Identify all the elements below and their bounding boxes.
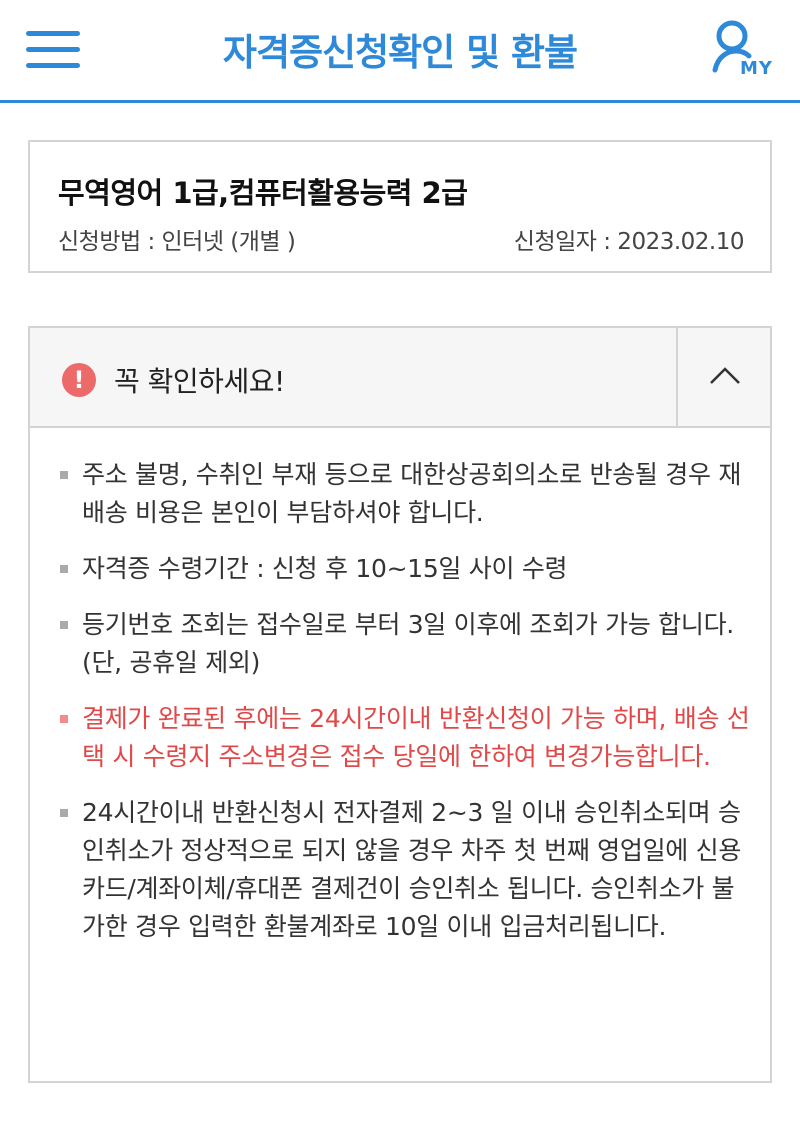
my-label: MY [740, 58, 773, 79]
notice-text: 24시간이내 반환신청시 전자결제 2~3 일 이내 승인취소되며 승인취소가 … [82, 798, 742, 941]
notice-text: 결제가 완료된 후에는 24시간이내 반환신청이 가능 하며, 배송 선택 시 … [82, 704, 750, 771]
bullet [60, 809, 68, 817]
application-date: 신청일자 : 2023.02.10 [513, 229, 745, 255]
notice-panel: ! 꼭 확인하세요! 주소 불명, 수취인 부재 등으로 대한상공회의소로 반송… [28, 326, 772, 1083]
notice-text: 자격증 수령기간 : 신청 후 10~15일 사이 수령 [82, 554, 568, 583]
notice-list: 주소 불명, 수취인 부재 등으로 대한상공회의소로 반송될 경우 재배송 비용… [60, 456, 750, 964]
page-title: 자격증신청확인 및 환불 [222, 31, 578, 74]
list-item: 24시간이내 반환신청시 전자결제 2~3 일 이내 승인취소되며 승인취소가 … [60, 794, 750, 946]
bullet [60, 565, 68, 573]
bullet [60, 715, 68, 723]
certificate-name: 무역영어 1급,컴퓨터활용능력 2급 [58, 176, 468, 210]
app-header: 자격증신청확인 및 환불 MY [0, 0, 800, 103]
exclamation-icon: ! [62, 363, 96, 397]
chevron-up-icon [710, 367, 740, 384]
notice-title: 꼭 확인하세요! [114, 365, 285, 398]
collapse-toggle-button[interactable] [676, 328, 770, 426]
certificate-summary: 무역영어 1급,컴퓨터활용능력 2급 신청방법 : 인터넷 (개별 ) 신청일자… [28, 140, 772, 273]
bullet [60, 621, 68, 629]
bullet [60, 471, 68, 479]
list-item: 자격증 수령기간 : 신청 후 10~15일 사이 수령 [60, 550, 750, 588]
application-method: 신청방법 : 인터넷 (개별 ) [58, 229, 296, 255]
list-item: 주소 불명, 수취인 부재 등으로 대한상공회의소로 반송될 경우 재배송 비용… [60, 456, 750, 532]
my-page-button[interactable]: MY [712, 20, 778, 84]
list-item: 등기번호 조회는 접수일로 부터 3일 이후에 조회가 가능 합니다.(단, 공… [60, 606, 750, 682]
list-item-highlighted: 결제가 완료된 후에는 24시간이내 반환신청이 가능 하며, 배송 선택 시 … [60, 700, 750, 776]
notice-text: 등기번호 조회는 접수일로 부터 3일 이후에 조회가 가능 합니다.(단, 공… [82, 610, 734, 677]
notice-text: 주소 불명, 수취인 부재 등으로 대한상공회의소로 반송될 경우 재배송 비용… [82, 460, 742, 527]
notice-header[interactable]: ! 꼭 확인하세요! [30, 328, 770, 428]
